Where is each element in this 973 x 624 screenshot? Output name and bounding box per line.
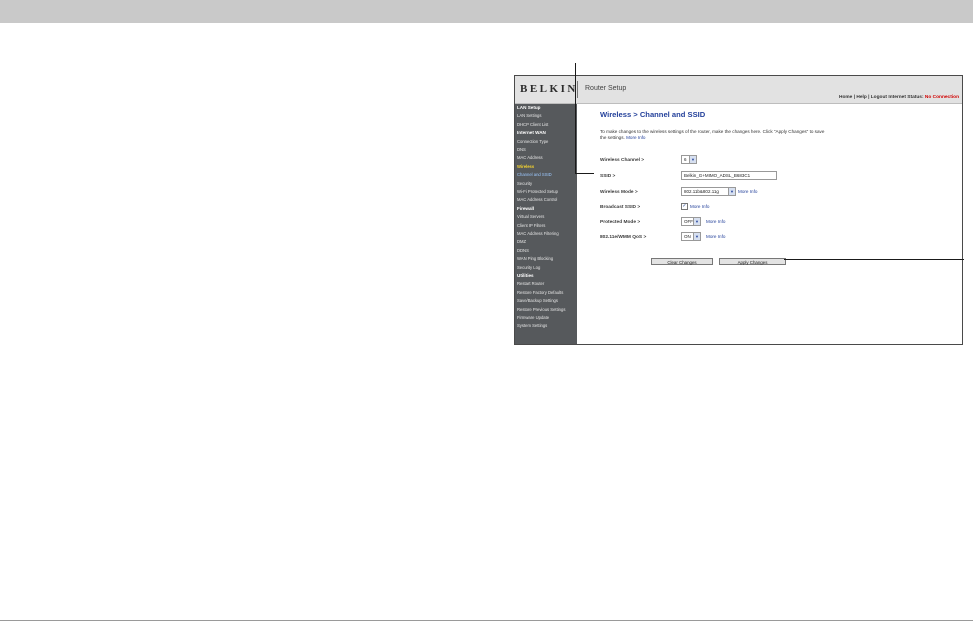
- router-subtitle: Router Setup: [585, 85, 627, 92]
- sidebar-nav: LAN Setup LAN Settings DHCP Client List Int…: [515, 104, 577, 344]
- sidebar-item-restore-previous-settings[interactable]: Restore Previous Settings: [517, 307, 565, 312]
- protected-mode-value: OFF: [684, 219, 693, 224]
- document-header-band: [0, 0, 973, 23]
- sidebar-section-firewall: Firewall: [517, 205, 535, 211]
- apply-changes-button[interactable]: Apply Changes: [719, 258, 786, 265]
- apply-callout-line: [784, 259, 964, 260]
- top-links: Home | Help | Logout Internet Status: No…: [839, 95, 959, 100]
- ssid-input[interactable]: Belkin_G+MIMO_ADSL_B683C1: [681, 171, 777, 180]
- belkin-logo: BELKIN: [520, 83, 578, 95]
- sidebar-item-restart-router[interactable]: Restart Router: [517, 281, 544, 286]
- intro-more-info-link[interactable]: More Info: [626, 135, 645, 140]
- ssid-label: SSID >: [600, 174, 616, 179]
- internet-status-label: Internet Status:: [888, 95, 924, 100]
- router-setup-screenshot: BELKIN Router Setup Home | Help | Logout…: [514, 75, 963, 345]
- sidebar-item-connection-type[interactable]: Connection Type: [517, 139, 548, 144]
- main-panel: Wireless > Channel and SSID To make chan…: [578, 104, 962, 344]
- sidebar-item-ddns[interactable]: DDNS: [517, 248, 529, 253]
- wmm-qos-more-info-link[interactable]: More Info: [706, 234, 725, 239]
- sidebar-item-virtual-servers[interactable]: Virtual Servers: [517, 214, 544, 219]
- wmm-qos-value: ON: [684, 234, 691, 239]
- wmm-qos-select[interactable]: ON ▼: [681, 232, 701, 241]
- sidebar-item-wi-fi-protected-setup[interactable]: Wi-Fi Protected Setup: [517, 189, 558, 194]
- sidebar-item-lan-settings[interactable]: LAN Settings: [517, 113, 541, 118]
- sidebar-section-utilities: Utilities: [517, 273, 534, 278]
- wireless-channel-value: 6: [684, 157, 687, 162]
- wireless-mode-select[interactable]: 802.11b&802.11g ▼: [681, 187, 736, 196]
- protected-mode-more-info-link[interactable]: More Info: [706, 219, 725, 224]
- sidebar-item-system-settings[interactable]: System Settings: [517, 323, 547, 328]
- wireless-mode-more-info-link[interactable]: More Info: [738, 189, 757, 194]
- sidebar-item-security[interactable]: Security: [517, 181, 532, 186]
- sidebar-item-mac-address[interactable]: MAC Address: [517, 155, 543, 160]
- sidebar-item-dmz[interactable]: DMZ: [517, 239, 526, 244]
- sidebar-item-wireless[interactable]: Wireless: [517, 164, 534, 169]
- sidebar-item-firmware-update[interactable]: Firmware Update: [517, 315, 549, 320]
- broadcast-ssid-more-info-link[interactable]: More Info: [690, 204, 709, 209]
- logo-divider: [577, 81, 578, 98]
- chevron-down-icon: ▼: [728, 188, 735, 195]
- footer-rule: [0, 620, 973, 621]
- nav-links[interactable]: Home | Help | Logout: [839, 95, 887, 100]
- internet-status-value: No Connection: [924, 95, 959, 100]
- sidebar-section-internet-wan: Internet WAN: [517, 130, 546, 136]
- protected-mode-select[interactable]: OFF ▼: [681, 217, 701, 226]
- sidebar-item-save-backup-settings[interactable]: Save/Backup Settings: [517, 298, 558, 303]
- wmm-qos-label: 802.11e/WMM QoS >: [600, 235, 647, 240]
- broadcast-ssid-checkbox[interactable]: ✓: [681, 203, 688, 210]
- protected-mode-label: Protected Mode >: [600, 220, 641, 225]
- wireless-mode-value: 802.11b&802.11g: [684, 189, 719, 194]
- sidebar-section-lan-setup: LAN Setup: [517, 105, 541, 110]
- wireless-channel-select[interactable]: 6 ▼: [681, 155, 697, 164]
- sidebar-item-wan-ping-blocking[interactable]: WAN Ping Blocking: [517, 256, 553, 261]
- sidebar-item-restore-factory-defaults[interactable]: Restore Factory Defaults: [517, 290, 563, 295]
- chevron-down-icon: ▼: [693, 218, 700, 225]
- sidebar-item-dns[interactable]: DNS: [517, 147, 526, 152]
- sidebar-item-mac-address-control[interactable]: MAC Address Control: [517, 197, 557, 202]
- ssid-callout-tick: [575, 173, 594, 174]
- router-header: BELKIN Router Setup Home | Help | Logout…: [515, 76, 962, 104]
- broadcast-ssid-label: Broadcast SSID >: [600, 205, 641, 210]
- sidebar-item-client-ip-filters[interactable]: Client IP Filters: [517, 223, 545, 228]
- wireless-channel-label: Wireless Channel >: [600, 158, 645, 163]
- sidebar-item-security-log[interactable]: Security Log: [517, 265, 540, 270]
- clear-changes-button[interactable]: Clear Changes: [651, 258, 713, 265]
- ssid-callout-line: [575, 63, 576, 174]
- sidebar-item-dhcp-client-list[interactable]: DHCP Client List: [517, 122, 548, 127]
- sidebar-item-channel-and-ssid[interactable]: Channel and SSID: [517, 172, 552, 177]
- chevron-down-icon: ▼: [689, 156, 696, 163]
- chevron-down-icon: ▼: [693, 233, 700, 240]
- sidebar-item-mac-address-filtering[interactable]: MAC Address Filtering: [517, 231, 559, 236]
- page-title: Wireless > Channel and SSID: [600, 110, 706, 119]
- wireless-mode-label: Wireless Mode >: [600, 190, 638, 195]
- intro-text: To make changes to the wireless settings…: [600, 129, 830, 142]
